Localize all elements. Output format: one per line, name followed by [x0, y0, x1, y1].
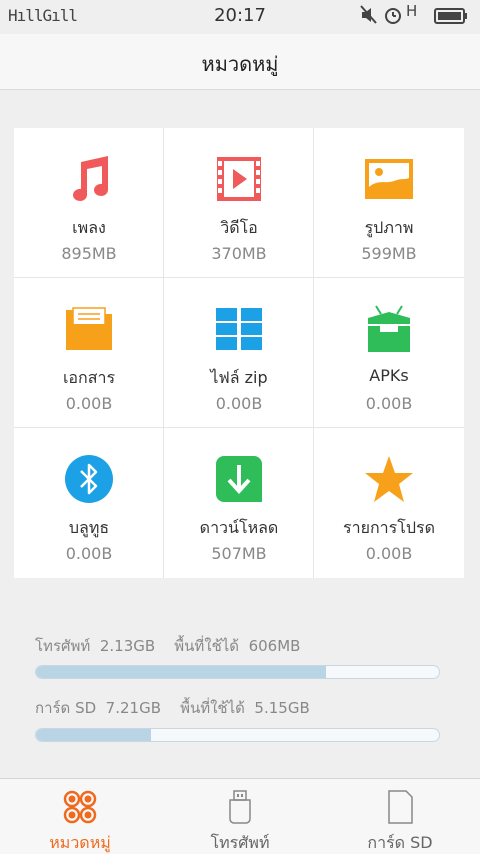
category-apks[interactable]: APKs 0.00B: [314, 278, 464, 428]
sd-storage-bar: [35, 728, 440, 742]
android-icon: [368, 305, 410, 352]
category-grid: เพลง 895MB วิดีโอ 370MB รูปภาพ 599MB เอก…: [14, 128, 464, 578]
tab-phone[interactable]: โทรศัพท์: [160, 779, 320, 854]
video-icon: [217, 157, 261, 201]
category-label: ไฟล์ zip: [210, 368, 268, 387]
category-size: 370MB: [211, 244, 267, 263]
category-favorites[interactable]: รายการโปรด 0.00B: [314, 428, 464, 578]
category-label: ดาวน์โหลด: [199, 518, 279, 537]
status-bar: HıllGıll 20:17 H: [0, 0, 480, 34]
alarm-icon: [385, 8, 401, 24]
page-title: หมวดหมู่: [201, 52, 279, 76]
music-icon: [73, 156, 108, 201]
category-size: 895MB: [61, 244, 117, 263]
phone-storage-fill: [36, 666, 327, 678]
category-size: 0.00B: [65, 544, 113, 563]
bottom-navigation: หมวดหมู่ โทรศัพท์ การ์ด SD: [0, 778, 480, 854]
category-label: วิดีโอ: [220, 218, 258, 237]
battery-icon: [434, 8, 467, 24]
status-icons: H: [360, 2, 470, 27]
category-video[interactable]: วิดีโอ 370MB: [164, 128, 314, 278]
category-label: รายการโปรด: [343, 518, 435, 537]
sd-storage-fill: [36, 729, 151, 741]
category-download[interactable]: ดาวน์โหลด 507MB: [164, 428, 314, 578]
category-documents[interactable]: เอกสาร 0.00B: [14, 278, 164, 428]
categories-icon: [63, 790, 97, 824]
category-label: APKs: [369, 366, 409, 385]
bluetooth-icon: [65, 455, 113, 503]
category-size: 0.00B: [365, 544, 413, 563]
category-zip[interactable]: ไฟล์ zip 0.00B: [164, 278, 314, 428]
category-label: เพลง: [72, 218, 106, 237]
usb-storage-icon: [229, 790, 251, 824]
tab-label: โทรศัพท์: [210, 833, 270, 852]
phone-storage-bar: [35, 665, 440, 679]
sd-storage-label: การ์ด SD 7.21GB พื้นที่ใช้ได้ 5.15GB: [35, 699, 310, 717]
category-size: 0.00B: [365, 394, 413, 413]
category-size: 507MB: [211, 544, 267, 563]
mute-icon: [360, 5, 377, 24]
category-label: เอกสาร: [62, 368, 116, 387]
tab-label: หมวดหมู่: [49, 833, 111, 852]
image-icon: [365, 159, 413, 199]
title-bar: หมวดหมู่: [0, 34, 480, 90]
category-size: 599MB: [361, 244, 417, 263]
category-label: รูปภาพ: [364, 218, 414, 237]
category-label: บลูทูธ: [68, 518, 110, 537]
category-image[interactable]: รูปภาพ 599MB: [314, 128, 464, 278]
star-icon: [365, 456, 413, 502]
category-size: 0.00B: [65, 394, 113, 413]
category-size: 0.00B: [215, 394, 263, 413]
folder-icon: [66, 307, 112, 350]
tab-categories[interactable]: หมวดหมู่: [0, 779, 160, 854]
sd-card-icon: [388, 790, 413, 824]
zip-icon: [216, 308, 262, 350]
phone-storage-label: โทรศัพท์ 2.13GB พื้นที่ใช้ได้ 606MB: [35, 637, 301, 655]
category-music[interactable]: เพลง 895MB: [14, 128, 164, 278]
category-bluetooth[interactable]: บลูทูธ 0.00B: [14, 428, 164, 578]
download-icon: [216, 456, 262, 502]
tab-sd-card[interactable]: การ์ด SD: [320, 779, 480, 854]
network-type-indicator: H: [406, 2, 418, 20]
tab-label: การ์ด SD: [367, 833, 433, 852]
